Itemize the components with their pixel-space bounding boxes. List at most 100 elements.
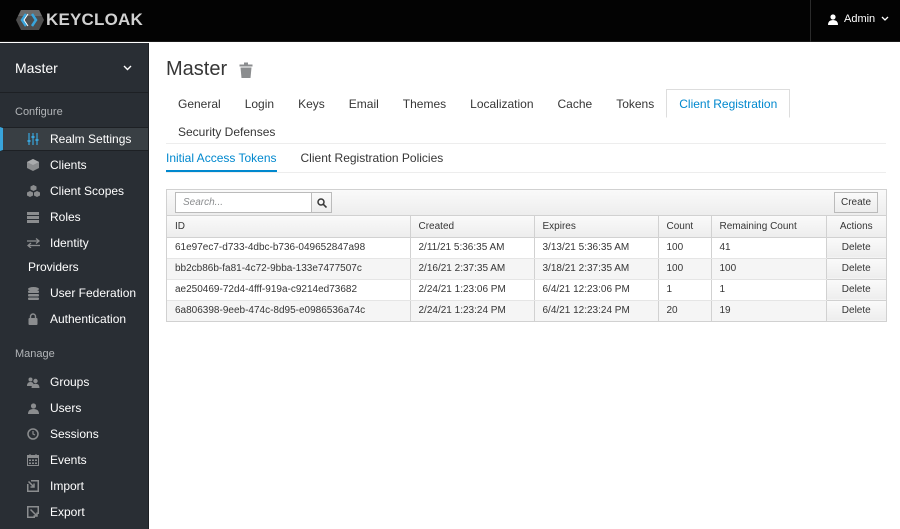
sidebar-item-label: Providers [28, 260, 79, 274]
cell-expires: 3/18/21 2:37:35 AM [534, 258, 659, 280]
logo-text: KEYCLOAK [46, 10, 143, 29]
sidebar-item-groups[interactable]: Groups [0, 370, 148, 394]
delete-button[interactable]: Delete [826, 237, 886, 259]
create-button[interactable]: Create [833, 192, 878, 213]
list-icon [26, 210, 40, 224]
sidebar-item-events[interactable]: Events [0, 448, 148, 472]
section-label-manage: Manage [15, 348, 55, 360]
sidebar-item-label: Clients [50, 158, 87, 172]
lock-icon [26, 312, 40, 326]
tab-localization[interactable]: Localization [458, 90, 545, 118]
column-header-id[interactable]: ID [167, 216, 411, 238]
realm-selector[interactable]: Master [0, 43, 148, 93]
cubes-icon [26, 184, 40, 198]
cell-expires: 6/4/21 12:23:06 PM [534, 279, 659, 301]
tab-themes[interactable]: Themes [391, 90, 458, 118]
tabs-divider [166, 143, 886, 144]
table-row: 61e97ec7-d733-4dbc-b736-049652847a98 2/1… [167, 237, 886, 259]
cell-count: 1 [658, 279, 712, 301]
table-row: 6a806398-9eeb-474c-8d95-e0986536a74c 2/2… [167, 300, 886, 321]
cell-id: 61e97ec7-d733-4dbc-b736-049652847a98 [167, 237, 411, 259]
cell-expires: 6/4/21 12:23:24 PM [534, 300, 659, 321]
sidebar-item-label: Export [50, 505, 85, 519]
column-header-expires[interactable]: Expires [534, 216, 659, 238]
table-header-row: ID Created Expires Count Remaining Count… [167, 216, 886, 238]
cell-remaining-count: 19 [711, 300, 827, 321]
sidebar-item-providers-continuation[interactable]: Providers [0, 255, 148, 279]
sidebar-item-label: Events [50, 453, 87, 467]
table-row: ae250469-72d4-4fff-919a-c9214ed73682 2/2… [167, 279, 886, 301]
column-header-actions: Actions [826, 216, 886, 238]
search-input[interactable]: Search... [175, 192, 312, 213]
page-title: Master [166, 58, 253, 81]
main-content: Master General Login Keys Email Themes L… [150, 43, 900, 529]
sidebar-item-label: Authentication [50, 312, 127, 326]
cell-remaining-count: 100 [711, 258, 827, 280]
cell-created: 2/11/21 5:36:35 AM [410, 237, 535, 259]
search-icon [316, 197, 327, 208]
keycloak-logo[interactable]: KEYCLOAK [15, 8, 143, 32]
sidebar-item-user-federation[interactable]: User Federation [0, 281, 148, 305]
cell-remaining-count: 41 [711, 237, 827, 259]
sidebar-item-label: Identity [50, 236, 89, 250]
table-toolbar: Search... Create [167, 190, 886, 216]
sidebar-item-roles[interactable]: Roles [0, 205, 148, 229]
sidebar-item-realm-settings[interactable]: Realm Settings [0, 127, 148, 151]
tab-cache[interactable]: Cache [546, 90, 605, 118]
cell-count: 20 [658, 300, 712, 321]
sidebar-item-import[interactable]: Import [0, 474, 148, 498]
cell-remaining-count: 1 [711, 279, 827, 301]
cell-id: ae250469-72d4-4fff-919a-c9214ed73682 [167, 279, 411, 301]
tab-keys[interactable]: Keys [286, 90, 337, 118]
column-header-remaining-count[interactable]: Remaining Count [711, 216, 827, 238]
column-header-created[interactable]: Created [410, 216, 535, 238]
cell-expires: 3/13/21 5:36:35 AM [534, 237, 659, 259]
delete-button[interactable]: Delete [826, 300, 886, 321]
tab-client-registration[interactable]: Client Registration [666, 89, 791, 118]
cube-icon [26, 158, 40, 172]
chevron-down-icon [123, 65, 132, 70]
trash-icon[interactable] [239, 62, 253, 78]
sidebar-item-identity-providers[interactable]: Identity [0, 231, 148, 255]
sidebar-item-label: Import [50, 479, 85, 493]
keycloak-logo-icon [16, 10, 44, 30]
cell-id: bb2cb86b-fa81-4c72-9bba-133e7477507c [167, 258, 411, 280]
sidebar-item-label: Users [50, 401, 82, 415]
sidebar-item-sessions[interactable]: Sessions [0, 422, 148, 446]
tab-tokens[interactable]: Tokens [604, 90, 666, 118]
client-registration-subtabs: Initial Access Tokens Client Registratio… [166, 145, 467, 172]
sidebar-item-label: Sessions [50, 427, 99, 441]
chevron-down-icon [881, 16, 889, 21]
tab-security-defenses[interactable]: Security Defenses [166, 118, 287, 146]
cell-created: 2/16/21 2:37:35 AM [410, 258, 535, 280]
sidebar-item-label: Client Scopes [50, 184, 125, 198]
user-menu[interactable]: Admin [828, 13, 889, 25]
cell-id: 6a806398-9eeb-474c-8d95-e0986536a74c [167, 300, 411, 321]
sidebar-item-client-scopes[interactable]: Client Scopes [0, 179, 148, 203]
user-icon [26, 401, 40, 415]
realm-tabs-row-2: Security Defenses [166, 116, 287, 146]
realm-tabs: General Login Keys Email Themes Localiza… [166, 88, 791, 118]
tab-login[interactable]: Login [233, 90, 286, 118]
sidebar-item-export[interactable]: Export [0, 500, 148, 524]
delete-button[interactable]: Delete [826, 258, 886, 280]
subtab-initial-access-tokens[interactable]: Initial Access Tokens [166, 145, 277, 172]
sidebar-item-label: Realm Settings [50, 132, 132, 146]
database-icon [26, 286, 40, 300]
cell-count: 100 [658, 258, 712, 280]
sidebar-item-clients[interactable]: Clients [0, 153, 148, 177]
top-navbar: KEYCLOAK Admin [0, 0, 900, 42]
tab-email[interactable]: Email [337, 90, 391, 118]
search-button[interactable] [311, 192, 332, 213]
section-label-configure: Configure [15, 106, 63, 118]
sidebar-item-users[interactable]: Users [0, 396, 148, 420]
export-icon [26, 505, 40, 519]
realm-name: Master [15, 59, 58, 76]
column-header-count[interactable]: Count [658, 216, 712, 238]
subtab-client-registration-policies[interactable]: Client Registration Policies [301, 145, 444, 172]
tab-general[interactable]: General [166, 90, 233, 118]
delete-button[interactable]: Delete [826, 279, 886, 301]
sidebar-item-authentication[interactable]: Authentication [0, 307, 148, 331]
topbar-divider [810, 0, 811, 42]
initial-access-tokens-table: Search... Create ID Created Expires Coun… [166, 189, 887, 322]
